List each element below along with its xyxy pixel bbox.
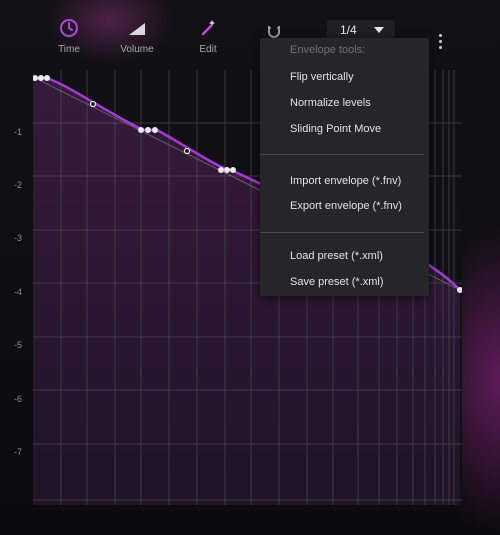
envelope-point[interactable] <box>218 167 224 173</box>
envelope-tension-handle[interactable] <box>89 100 97 108</box>
y-tick-label: -2 <box>14 180 23 190</box>
envelope-point[interactable] <box>230 167 236 173</box>
y-tick-label: -6 <box>14 394 23 404</box>
time-tool-button[interactable]: Time <box>39 18 99 55</box>
y-tick-label: -1 <box>14 127 23 137</box>
time-tool-label: Time <box>58 44 80 55</box>
volume-ramp-icon <box>129 23 145 35</box>
y-tick-label: -5 <box>14 340 23 350</box>
menu-separator <box>260 232 424 233</box>
envelope-point[interactable] <box>138 127 144 133</box>
y-tick-label: -3 <box>14 233 23 243</box>
menu-header: Envelope tools: <box>290 44 366 56</box>
envelope-point[interactable] <box>224 167 230 173</box>
menu-separator <box>260 154 424 155</box>
menu-item-import-envelope[interactable]: Import envelope (*.fnv) <box>290 175 401 187</box>
envelope-point[interactable] <box>44 75 50 81</box>
clock-icon <box>60 19 78 37</box>
envelope-tension-handle[interactable] <box>183 147 191 155</box>
envelope-point[interactable] <box>38 75 44 81</box>
y-tick-label: -4 <box>14 287 23 297</box>
menu-item-load-preset[interactable]: Load preset (*.xml) <box>290 250 383 262</box>
y-tick-label: -7 <box>14 447 23 457</box>
snap-value: 1/4 <box>340 23 357 37</box>
envelope-point[interactable] <box>152 127 158 133</box>
magic-wand-icon <box>201 20 215 36</box>
menu-item-sliding-point-move[interactable]: Sliding Point Move <box>290 123 381 135</box>
volume-tool-button[interactable]: Volume <box>107 18 167 55</box>
menu-item-save-preset[interactable]: Save preset (*.xml) <box>290 276 384 288</box>
envelope-point[interactable] <box>145 127 151 133</box>
envelope-editor: Time Volume Edit 1/4 -1 -2 -3 -4 -5 -6 -… <box>0 0 500 535</box>
edit-tool-label: Edit <box>199 44 217 55</box>
more-vertical-icon[interactable] <box>435 34 445 54</box>
volume-tool-label: Volume <box>120 44 154 55</box>
envelope-tools-menu: Envelope tools: Flip vertically Normaliz… <box>260 38 429 296</box>
menu-item-flip-vertically[interactable]: Flip vertically <box>290 71 354 83</box>
menu-item-normalize-levels[interactable]: Normalize levels <box>290 97 371 109</box>
edit-tool-button[interactable]: Edit <box>178 18 238 55</box>
menu-item-export-envelope[interactable]: Export envelope (*.fnv) <box>290 200 402 212</box>
caret-down-icon <box>374 27 384 33</box>
snap-value-dropdown[interactable]: 1/4 <box>327 20 395 40</box>
